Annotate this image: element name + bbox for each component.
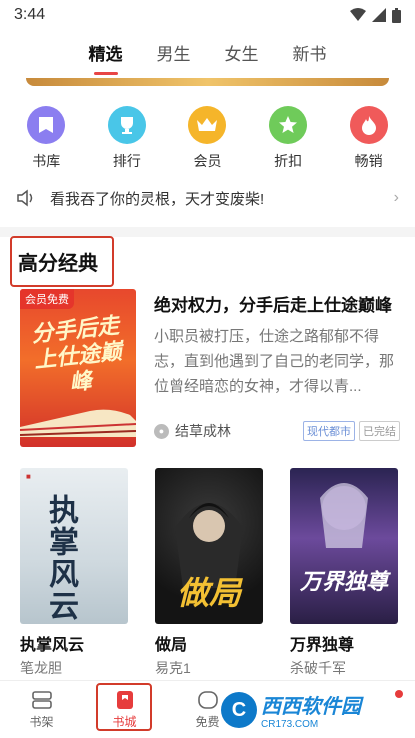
section-title: 高分经典: [18, 253, 98, 275]
signal-icon: [372, 8, 386, 22]
featured-book-author: 结草成林: [175, 423, 231, 439]
book-card[interactable]: 执掌风云 ■ 执掌风云 笔龙胆: [20, 468, 130, 678]
section-header: 高分经典: [10, 236, 114, 287]
quick-nav-label: 会员: [193, 153, 222, 169]
tab-featured[interactable]: 精选: [89, 36, 123, 69]
book-author: 易克1: [155, 660, 191, 676]
status-icons: [350, 7, 401, 23]
star-icon: [269, 106, 308, 144]
watermark-text: 西西软件园: [261, 696, 361, 718]
book-author: 笔龙胆: [20, 660, 62, 676]
book-cover[interactable]: 万界独尊: [290, 468, 398, 624]
quick-nav-vip[interactable]: 会员: [172, 106, 242, 171]
watermark-logo: C: [221, 692, 257, 728]
book-title: 万界独尊: [290, 637, 355, 654]
flame-icon: [349, 106, 388, 144]
tab-female[interactable]: 女生: [225, 36, 259, 69]
quick-nav-label: 畅销: [354, 153, 383, 169]
vip-free-badge: 会员免费: [20, 289, 74, 309]
book-cover[interactable]: 做局: [155, 468, 263, 624]
featured-book-meta: ● 结草成林 现代都市 已完结: [154, 421, 400, 441]
notice-bar[interactable]: 看我吞了你的灵根，天才变废柴! ›: [0, 185, 415, 211]
bookshelf-icon: [31, 690, 52, 709]
top-tabs: 精选 男生 女生 新书: [0, 30, 415, 74]
nav-label: 书架: [29, 714, 54, 729]
book-author: 杀破千军: [290, 660, 346, 676]
quick-nav-label: 书库: [32, 153, 61, 169]
quick-nav-label: 排行: [112, 153, 141, 169]
quick-nav-discount[interactable]: 折扣: [253, 106, 323, 171]
trophy-icon: [107, 106, 146, 144]
library-icon: [27, 106, 66, 144]
book-title: 执掌风云: [20, 637, 85, 654]
nav-label: 免费: [195, 714, 220, 729]
author-icon: ●: [154, 423, 169, 439]
wifi-icon: [350, 8, 366, 21]
train-illustration: [20, 409, 136, 437]
battery-icon: [392, 7, 401, 23]
nav-bookshelf[interactable]: 书架: [0, 681, 83, 738]
quick-nav-label: 折扣: [274, 153, 303, 169]
watermark: C 西西软件园 CR173.COM: [221, 688, 409, 732]
speaker-icon: [17, 189, 33, 207]
crown-icon: [188, 106, 227, 144]
book-cover[interactable]: 执掌风云 ■: [20, 468, 128, 624]
featured-book-title[interactable]: 绝对权力，分手后走上仕途巅峰: [154, 291, 400, 316]
genre-tag: 现代都市: [303, 421, 355, 441]
quick-nav-library[interactable]: 书库: [11, 106, 81, 171]
book-cover-title: 执掌风云: [44, 494, 77, 622]
quick-nav-ranking[interactable]: 排行: [92, 106, 162, 171]
tab-male[interactable]: 男生: [157, 36, 191, 69]
featured-book-info: 绝对权力，分手后走上仕途巅峰 小职员被打压，仕途之路郁郁不得志，直到他遇到了自己…: [154, 291, 400, 399]
status-tag: 已完结: [359, 421, 400, 441]
book-card[interactable]: 万界独尊 万界独尊 杀破千军: [290, 468, 400, 678]
free-icon: [197, 690, 218, 709]
quick-nav: 书库 排行 会员 折扣 畅销: [0, 86, 415, 171]
status-time: 3:44: [14, 6, 46, 23]
book-cover-title: 做局: [177, 575, 242, 611]
banner-edge[interactable]: [26, 78, 389, 86]
book-title: 做局: [155, 637, 188, 654]
book-grid: 执掌风云 ■ 执掌风云 笔龙胆 做局 做局 易克1 万界独尊 万界独尊 杀破千军: [20, 468, 400, 678]
featured-book-description: 小职员被打压，仕途之路郁郁不得志，直到他遇到了自己的老同学，那位曾经暗恋的女神，…: [154, 328, 395, 395]
featured-book-cover[interactable]: 会员免费 分手后走上仕途巅峰: [20, 289, 136, 447]
character-illustration: [320, 483, 368, 548]
book-tags: 现代都市 已完结: [303, 421, 400, 441]
featured-book[interactable]: 会员免费 分手后走上仕途巅峰 绝对权力，分手后走上仕途巅峰 小职员被打压，仕途之…: [20, 289, 400, 449]
featured-cover-title: 分手后走上仕途巅峰: [30, 312, 124, 395]
active-nav-highlight: [96, 683, 152, 731]
quick-nav-bestseller[interactable]: 畅销: [334, 106, 404, 171]
chevron-right-icon: ›: [393, 189, 399, 206]
notice-text: 看我吞了你的灵根，天才变废柴!: [50, 190, 265, 208]
status-bar: 3:44: [0, 0, 415, 30]
tab-new-books[interactable]: 新书: [293, 36, 327, 69]
book-card[interactable]: 做局 做局 易克1: [155, 468, 265, 678]
publisher-logo: ■: [26, 472, 31, 481]
watermark-sub: CR173.COM: [261, 719, 319, 730]
book-cover-title: 万界独尊: [300, 569, 389, 594]
